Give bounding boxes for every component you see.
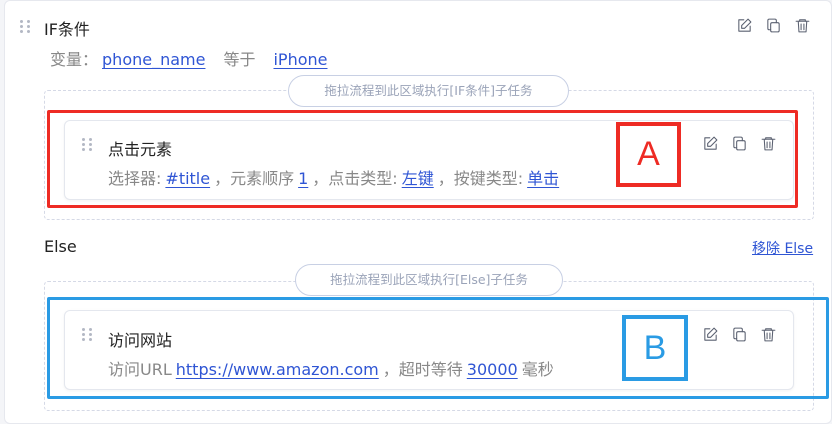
if-title: IF条件 (44, 20, 90, 39)
if-drop-hint: 拖拉流程到此区域执行[IF条件]子任务 (288, 75, 569, 107)
if-actions (736, 17, 811, 34)
variable-value-link[interactable]: phone_name (102, 50, 205, 69)
highlight-box-b (47, 297, 829, 399)
compare-value-link[interactable]: iPhone (273, 50, 327, 69)
marker-a-label: A (616, 122, 681, 187)
copy-icon[interactable] (765, 17, 782, 34)
delete-icon[interactable] (794, 17, 811, 34)
if-condition-line: 变量： phone_name 等于 iPhone (50, 46, 332, 70)
drag-handle-icon[interactable] (20, 20, 32, 36)
variable-label: 变量： (50, 50, 99, 69)
operator-label: 等于 (223, 50, 256, 69)
edit-icon[interactable] (736, 17, 753, 34)
highlight-box-a (47, 110, 798, 208)
else-drop-hint: 拖拉流程到此区域执行[Else]子任务 (295, 264, 563, 296)
remove-else-link[interactable]: 移除 Else (752, 238, 813, 258)
marker-b-label: B (622, 315, 688, 381)
else-label: Else (44, 237, 77, 256)
